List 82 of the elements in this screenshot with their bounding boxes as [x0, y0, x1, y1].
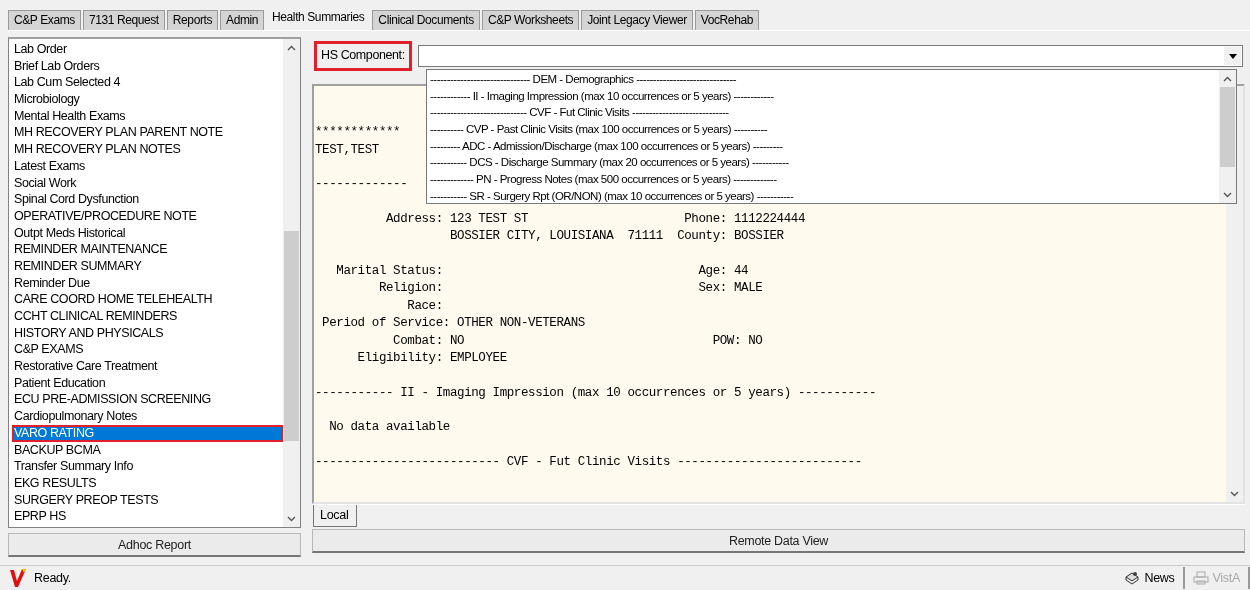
dropdown-option[interactable]: ----------- DCS - Discharge Summary (max 20 occurrences or 5 years) ----------- [430, 154, 1216, 172]
list-item[interactable]: Lab Order [12, 41, 283, 58]
list-item[interactable]: Latest Exams [12, 157, 283, 175]
scrollbar[interactable] [283, 39, 300, 527]
scroll-up-icon[interactable] [287, 44, 296, 51]
dropdown-option[interactable]: ------------ II - Imaging Impression (max 10 occurrences or 5 years) ------------ [430, 87, 1216, 105]
list-item[interactable]: Outpt Meds Historical [12, 224, 283, 242]
dropdown-option[interactable]: ----------- SR - Surgery Rpt (OR/NON) (max 10 occurrences or 5 years) ----------- [430, 187, 1216, 203]
list-item[interactable]: Brief Lab Orders [12, 57, 283, 75]
list-item[interactable]: C&P EXAMS [12, 341, 283, 359]
scroll-thumb[interactable] [284, 231, 299, 441]
report-line: Religion: Sex: MALE [377, 280, 763, 297]
report-line: Marital Status: Age: 44 [335, 262, 749, 280]
scrollbar[interactable] [1219, 70, 1236, 203]
dropdown-arrow-icon [1228, 53, 1237, 59]
scroll-thumb[interactable] [1220, 87, 1235, 167]
list-item[interactable]: Cardiopulmonary Notes [12, 408, 283, 425]
list-item[interactable]: SURGERY PREOP TESTS [12, 491, 283, 509]
list-item[interactable]: ECU PRE-ADMISSION SCREENING [12, 391, 283, 409]
dropdown-option[interactable]: ----------------------------- CVF - Fut Clinic Visits ----------------------------- [430, 104, 1216, 122]
tab[interactable]: Reports [166, 10, 219, 30]
dropdown-option[interactable]: ------------- PN - Progress Notes (max 500 occurrences or 5 years) ------------- [430, 171, 1216, 188]
list-item[interactable]: Microbiology [12, 91, 283, 108]
remote-data-view-button[interactable]: Remote Data View [312, 529, 1245, 553]
list-item[interactable]: BACKUP BCMA [12, 441, 283, 459]
scroll-down-icon[interactable] [1230, 490, 1239, 497]
hs-component-combobox[interactable] [417, 45, 1243, 67]
dropdown-option[interactable]: ------------------------------ DEM - Demographics ------------------------------ [430, 71, 1216, 88]
report-line: Combat: NO POW: NO [392, 332, 763, 350]
news-button[interactable]: News [1116, 567, 1185, 589]
dropdown-button[interactable] [1224, 47, 1241, 65]
report-line: BOSSIER CITY, LOUISIANA 71111 County: BOSSIER [448, 228, 784, 245]
report-line: ************ [315, 124, 401, 141]
list-item[interactable]: Restorative Care Treatment [12, 358, 283, 375]
dropdown-list[interactable] [426, 69, 1237, 204]
tab[interactable]: Local [313, 505, 358, 527]
list-item[interactable]: Social Work [12, 174, 283, 192]
list-item[interactable]: Patient Education [12, 374, 283, 392]
list-item[interactable]: Spinal Cord Dysfunction [12, 191, 283, 208]
list-item[interactable]: HISTORY AND PHYSICALS [12, 324, 283, 342]
list-item[interactable]: CCHT CLINICAL REMINDERS [12, 308, 283, 325]
tab[interactable]: 7131 Request [82, 10, 165, 30]
tab[interactable]: Admin [220, 10, 265, 30]
health-summary-list[interactable] [8, 37, 301, 528]
list-item[interactable]: Mental Health Exams [12, 107, 283, 125]
adhoc-report-button[interactable]: Adhoc Report [8, 533, 301, 557]
tab[interactable]: Clinical Documents [372, 10, 480, 30]
list-item[interactable]: EPRP HS [12, 508, 283, 525]
scroll-down-icon[interactable] [1223, 191, 1232, 198]
list-item[interactable]: EKG RESULTS [12, 474, 283, 492]
news-icon [1124, 571, 1141, 585]
tab[interactable]: Joint Legacy Viewer [581, 10, 693, 30]
report-line: TEST,TEST [315, 141, 379, 159]
tab[interactable]: VocRehab [694, 10, 759, 30]
report-line: Eligibility: EMPLOYEE [356, 350, 507, 367]
list-item[interactable]: REMINDER SUMMARY [12, 257, 283, 275]
status-message: Ready. [34, 571, 71, 585]
list-item[interactable]: OPERATIVE/PROCEDURE NOTE [12, 207, 283, 225]
report-line: Address: 123 TEST ST Phone: 1112224444 [385, 210, 805, 228]
field-label: HS Component: [314, 41, 412, 71]
list-item[interactable]: MH RECOVERY PLAN NOTES [12, 141, 283, 158]
list-item[interactable]: CARE COORD HOME TELEHEALTH [12, 291, 283, 308]
scroll-up-icon[interactable] [1223, 75, 1232, 82]
report-line: ------------- [315, 176, 408, 193]
report-line: No data available [328, 419, 450, 436]
report-line: ----------- II - Imaging Impression (max 10 occurrences or 5 years) ----------- [315, 384, 876, 402]
tab[interactable]: C&P Exams [8, 10, 81, 30]
dropdown-option[interactable]: ---------- CVP - Past Clinic Visits (max 100 occurrences or 5 years) ---------- [430, 121, 1216, 138]
dropdown-option[interactable]: --------- ADC - Admission/Discharge (max 100 occurrences or 5 years) --------- [430, 137, 1216, 155]
printer-icon [1192, 571, 1209, 585]
list-item[interactable]: Reminder Due [12, 274, 283, 292]
list-item[interactable]: MH RECOVERY PLAN PARENT NOTE [12, 124, 283, 142]
list-item[interactable]: VARO RATING [12, 424, 283, 442]
tab[interactable]: C&P Worksheets [481, 10, 580, 30]
list-item[interactable]: REMINDER MAINTENANCE [12, 241, 283, 258]
report-line: -------------------------- CVF - Fut Clinic Visits -------------------------- [315, 453, 862, 471]
report-line: Race: [406, 297, 443, 315]
list-item[interactable]: Lab Cum Selected 4 [12, 74, 283, 92]
report-line: Period of Service: OTHER NON-VETERANS [321, 315, 585, 332]
app-logo-icon [10, 569, 26, 587]
list-item[interactable]: Transfer Summary Info [12, 458, 283, 475]
scroll-down-icon[interactable] [287, 515, 296, 522]
